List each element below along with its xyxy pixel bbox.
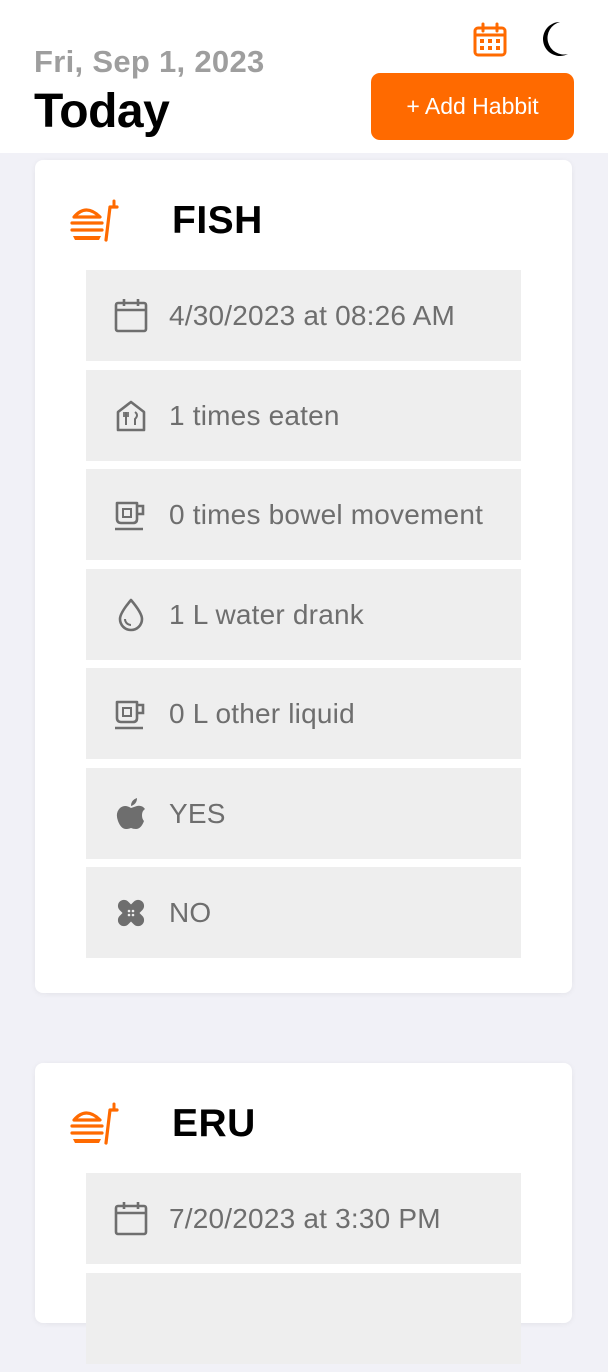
card-title: ERU bbox=[172, 1102, 256, 1145]
row-text: 1 times eaten bbox=[169, 399, 340, 431]
habit-card[interactable]: FISH 4/30/2023 at 08:26 AM 1 times eaten… bbox=[35, 160, 572, 993]
list-item-medicine: NO bbox=[86, 867, 521, 958]
habit-card[interactable]: ERU 7/20/2023 at 3:30 PM bbox=[35, 1063, 572, 1364]
list-item-eaten: 1 times eaten bbox=[86, 369, 521, 461]
habit-details-list: 4/30/2023 at 08:26 AM 1 times eaten 0 ti… bbox=[86, 270, 521, 967]
calendar-icon[interactable] bbox=[472, 22, 508, 58]
current-date: Fri, Sep 1, 2023 bbox=[34, 44, 265, 79]
row-text: 7/20/2023 at 3:30 PM bbox=[169, 1203, 441, 1234]
row-text: YES bbox=[169, 797, 226, 829]
burger-drink-icon bbox=[70, 199, 120, 243]
bandage-icon bbox=[113, 895, 149, 931]
list-item-date: 4/30/2023 at 08:26 AM bbox=[86, 270, 521, 361]
row-text: 1 L water drank bbox=[169, 598, 364, 630]
list-item-liquid: 0 L other liquid bbox=[86, 668, 521, 759]
card-header: ERU bbox=[70, 1101, 530, 1147]
list-item-fruit: YES bbox=[86, 767, 521, 859]
card-header: FISH bbox=[70, 198, 530, 244]
water-drop-icon bbox=[113, 597, 149, 633]
row-text: 0 L other liquid bbox=[169, 698, 355, 729]
burger-drink-icon bbox=[70, 1102, 120, 1146]
header: Fri, Sep 1, 2023 Today + Add Habbit bbox=[0, 0, 608, 153]
toilet-icon bbox=[113, 497, 149, 533]
list-item bbox=[86, 1272, 521, 1364]
list-item-bowel: 0 times bowel movement bbox=[86, 469, 521, 560]
calendar-icon bbox=[113, 1201, 149, 1237]
row-text: 0 times bowel movement bbox=[169, 499, 484, 530]
calendar-icon bbox=[113, 298, 149, 334]
add-habit-button[interactable]: + Add Habbit bbox=[371, 73, 574, 140]
row-text: 4/30/2023 at 08:26 AM bbox=[169, 300, 455, 331]
restaurant-icon bbox=[113, 398, 149, 434]
page-title: Today bbox=[34, 85, 170, 138]
habit-details-list: 7/20/2023 at 3:30 PM bbox=[86, 1173, 521, 1372]
cup-icon bbox=[113, 696, 149, 732]
card-title: FISH bbox=[172, 199, 263, 242]
list-item-water: 1 L water drank bbox=[86, 568, 521, 660]
moon-icon[interactable] bbox=[538, 20, 574, 58]
list-item-date: 7/20/2023 at 3:30 PM bbox=[86, 1173, 521, 1264]
row-text: NO bbox=[169, 897, 212, 928]
apple-icon bbox=[113, 796, 149, 832]
